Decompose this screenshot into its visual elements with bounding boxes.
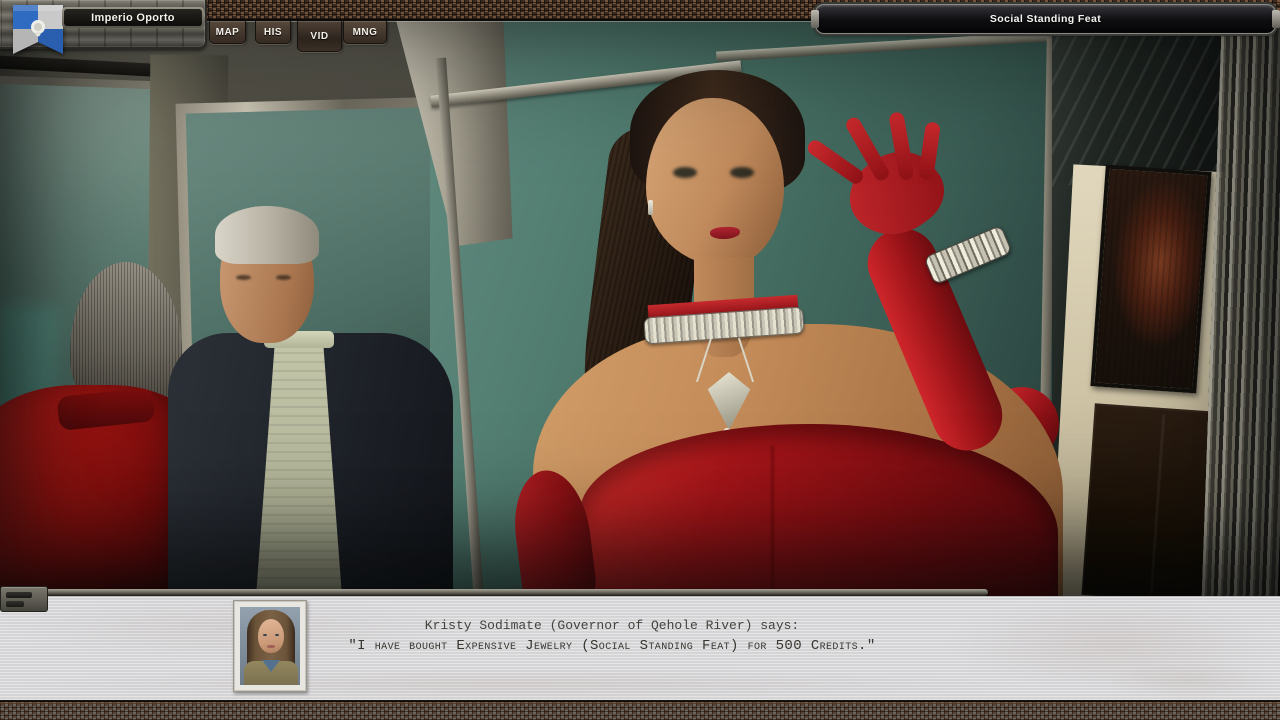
man-eye — [276, 275, 291, 280]
reflected-painting — [1090, 165, 1211, 394]
tab-map[interactable]: MAP — [209, 21, 246, 44]
tab-mng[interactable]: MNG — [343, 21, 387, 44]
panel-top-trim — [0, 589, 988, 596]
earring-jewelry — [648, 200, 653, 215]
empire-name-label: Imperio Oporto — [64, 9, 202, 26]
dialogue-message-line: "I have bought Expensive Jewelry (Social… — [0, 636, 1224, 657]
empire-name-plaque[interactable]: Imperio Oporto — [62, 7, 204, 28]
scene-right-reflection-panel — [1052, 0, 1280, 597]
woman-face — [646, 98, 784, 266]
woman-eye — [730, 167, 754, 178]
tab-vid[interactable]: VID — [297, 21, 342, 52]
figure-woman-red-dress — [498, 72, 1083, 597]
bottom-weave-strip — [0, 700, 1280, 720]
dialogue-speaker-line: Kristy Sodimate (Governor of Qehole Rive… — [0, 616, 1224, 636]
tab-his[interactable]: HIS — [255, 21, 291, 44]
bracelet-jewelry — [923, 225, 1012, 285]
empire-flag-icon[interactable] — [13, 5, 63, 54]
event-banner[interactable]: Social Standing Feat — [815, 4, 1276, 34]
man-head — [220, 213, 314, 343]
woman-eye — [673, 167, 697, 178]
event-banner-title: Social Standing Feat — [990, 13, 1101, 25]
man-eye — [236, 275, 251, 280]
game-screen: Imperio Oporto MAP HIS VID MNG Social St… — [0, 0, 1280, 720]
vid-scene-viewport[interactable] — [0, 0, 1280, 597]
dialogue-text-block: Kristy Sodimate (Governor of Qehole Rive… — [0, 616, 1224, 657]
figure-older-man — [168, 205, 453, 597]
panel-trim-machinery — [0, 586, 48, 612]
